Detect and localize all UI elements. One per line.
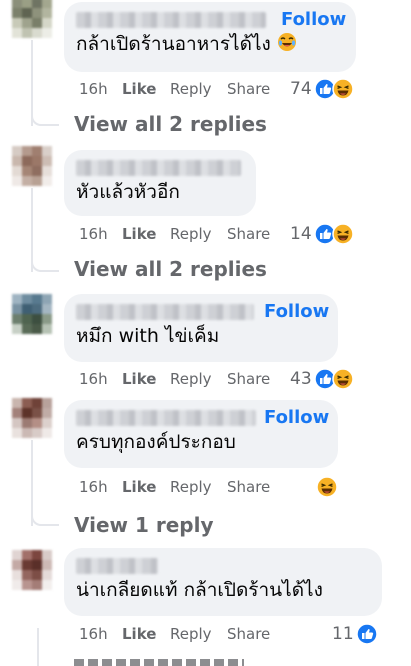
comment-bubble: Follow กล้าเปิดร้านอาหารได้ไง [64, 2, 356, 72]
avatar[interactable] [12, 146, 52, 186]
comment-time[interactable]: 16h [79, 368, 108, 390]
share-button[interactable]: Share [227, 223, 270, 245]
reply-button[interactable]: Reply [170, 368, 212, 390]
comment-time[interactable]: 16h [79, 476, 108, 498]
haha-icon [331, 78, 354, 100]
thread-hook [31, 106, 59, 126]
view-replies-link-cutoff[interactable] [74, 658, 254, 666]
haha-icon [316, 476, 338, 498]
avatar[interactable] [12, 0, 52, 38]
like-button[interactable]: Like [122, 476, 156, 498]
reaction-summary[interactable]: 43 [290, 367, 354, 391]
comment-bubble: หัวแล้วหัวอีก [64, 150, 256, 216]
reaction-count: 43 [290, 369, 312, 389]
haha-icon [331, 223, 354, 245]
reply-button[interactable]: Reply [170, 223, 212, 245]
avatar[interactable] [12, 294, 52, 334]
comment-time[interactable]: 16h [79, 623, 108, 645]
follow-button[interactable]: Follow [264, 406, 329, 430]
author-name-blurred[interactable] [76, 160, 241, 176]
reaction-summary[interactable]: 74 [290, 77, 354, 101]
author-name-blurred[interactable] [76, 410, 256, 426]
thread-line [37, 628, 39, 666]
avatar[interactable] [12, 550, 52, 590]
laughing-emoji-icon [277, 33, 296, 51]
comment-bubble: น่าเกลียดแท้ กล้าเปิดร้านได้ไง [64, 548, 382, 616]
author-name-blurred[interactable] [76, 558, 158, 574]
comment-text: กล้าเปิดร้านอาหารได้ไง [76, 30, 344, 58]
share-button[interactable]: Share [227, 623, 270, 645]
reaction-summary[interactable]: 14 [290, 222, 354, 246]
reaction-count: 14 [290, 224, 312, 244]
share-button[interactable]: Share [227, 476, 270, 498]
haha-icon [331, 368, 354, 390]
comment-text: ครบทุกองค์ประกอบ [76, 431, 236, 453]
reaction-summary[interactable] [314, 475, 338, 499]
view-replies-link[interactable]: View all 2 replies [74, 111, 267, 137]
avatar[interactable] [12, 398, 52, 438]
reaction-count: 11 [332, 624, 354, 644]
reaction-summary[interactable]: 11 [332, 622, 378, 646]
comment-time[interactable]: 16h [79, 78, 108, 100]
author-name-blurred[interactable] [76, 12, 266, 28]
view-replies-link[interactable]: View 1 reply [74, 512, 214, 538]
view-replies-link[interactable]: View all 2 replies [74, 256, 267, 282]
comment-text-content: กล้าเปิดร้านอาหารได้ไง [76, 33, 271, 55]
reaction-count: 74 [290, 79, 312, 99]
reply-button[interactable]: Reply [170, 623, 212, 645]
like-button[interactable]: Like [122, 223, 156, 245]
comment-text: น่าเกลียดแท้ กล้าเปิดร้านได้ไง [76, 579, 323, 601]
comment-bubble: Follow ครบทุกองค์ประกอบ [64, 400, 338, 468]
reply-button[interactable]: Reply [170, 78, 212, 100]
reply-button[interactable]: Reply [170, 476, 212, 498]
like-button[interactable]: Like [122, 368, 156, 390]
follow-button[interactable]: Follow [281, 8, 346, 32]
like-button[interactable]: Like [122, 623, 156, 645]
comment-bubble: Follow หมึก with ไข่เค็ม [64, 294, 338, 362]
thread-hook [31, 252, 59, 272]
share-button[interactable]: Share [227, 368, 270, 390]
comment-text: หมึก with ไข่เค็ม [76, 325, 220, 347]
author-name-blurred[interactable] [76, 304, 254, 320]
like-button[interactable]: Like [122, 78, 156, 100]
share-button[interactable]: Share [227, 78, 270, 100]
follow-button[interactable]: Follow [264, 300, 329, 324]
like-icon [355, 623, 378, 645]
thread-hook [31, 506, 59, 526]
comment-time[interactable]: 16h [79, 223, 108, 245]
comment-text: หัวแล้วหัวอีก [76, 181, 180, 203]
